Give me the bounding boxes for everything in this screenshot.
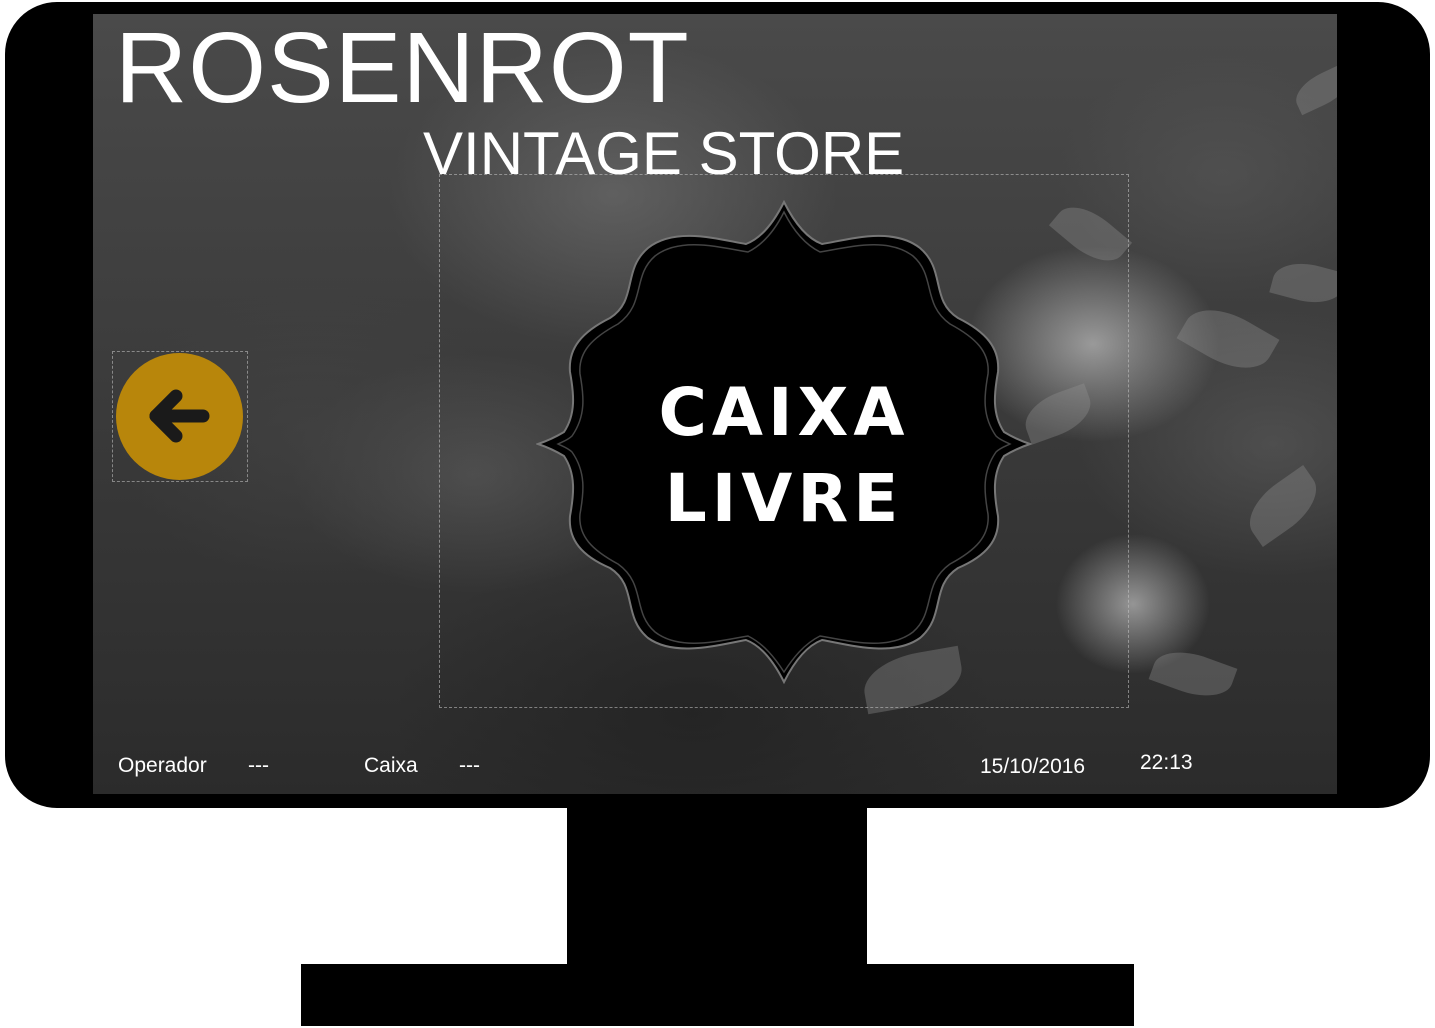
store-name: ROSENROT <box>115 14 690 124</box>
register-value: --- <box>459 754 480 777</box>
arrow-left-icon <box>149 389 210 443</box>
register-label: Caixa <box>364 754 418 777</box>
operator-label: Operador <box>118 754 207 777</box>
date-display: 15/10/2016 <box>980 755 1086 778</box>
time-display: 22:13 <box>1140 751 1193 774</box>
register-status-badge: CAIXA LIVRE <box>534 199 1034 685</box>
pos-screen: ROSENROT VINTAGE STORE CAIXA LIVRE Opera… <box>93 14 1337 794</box>
monitor-stand-neck <box>567 806 867 968</box>
back-button-circle[interactable] <box>116 353 243 480</box>
operator-value: --- <box>248 754 269 777</box>
monitor-stand-base <box>301 964 1134 1026</box>
badge-line-1: CAIXA <box>658 374 910 451</box>
badge-line-2: LIVRE <box>664 460 904 537</box>
back-button[interactable] <box>112 351 248 482</box>
status-bar: Operador --- Caixa --- 15/10/2016 22:13 <box>93 750 1337 790</box>
